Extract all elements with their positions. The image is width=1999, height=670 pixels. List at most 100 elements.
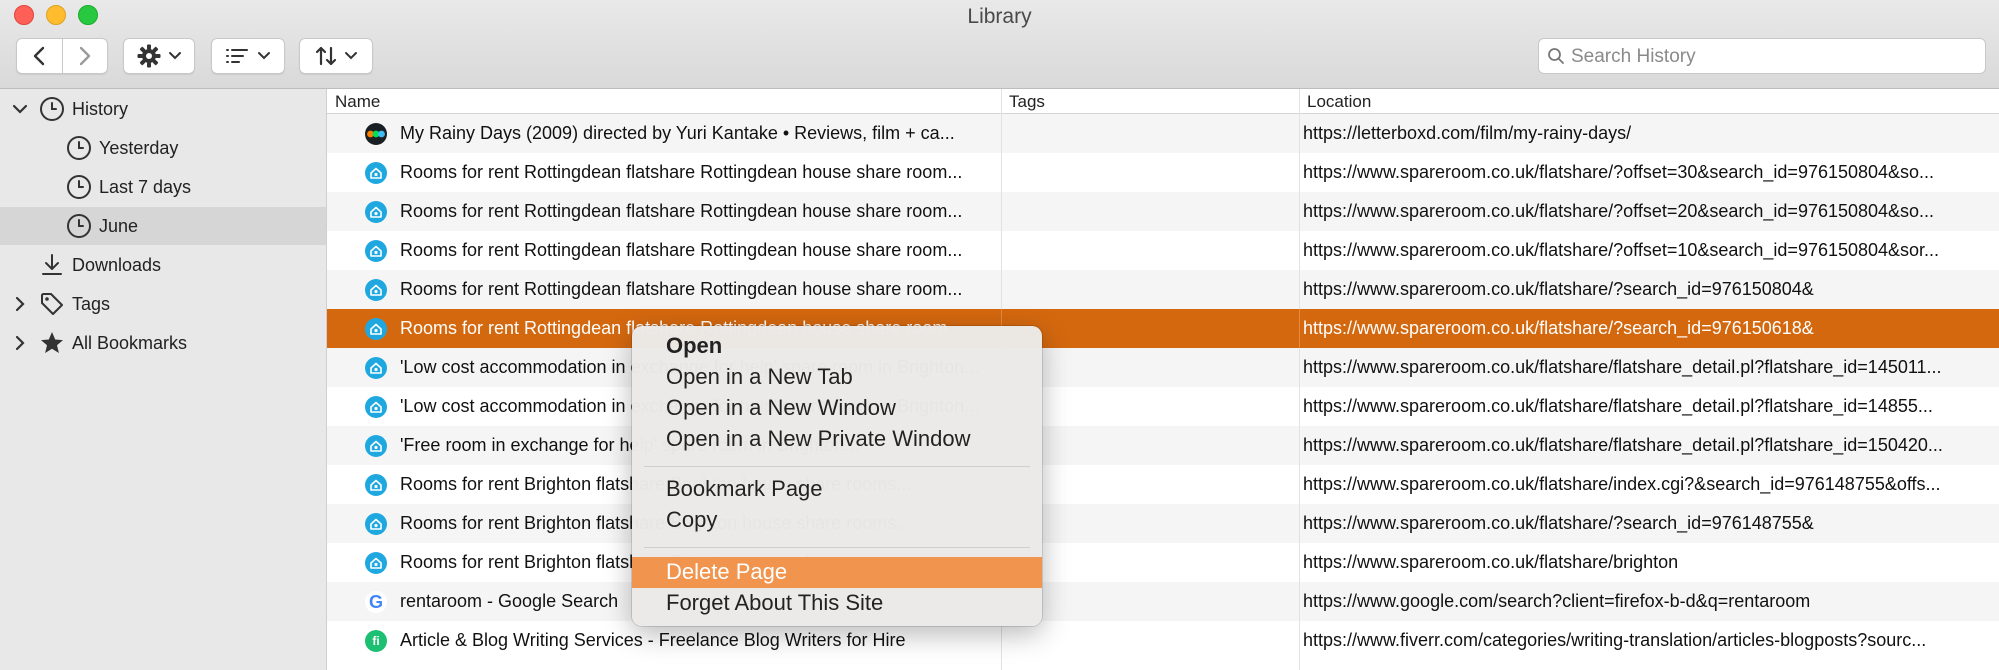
search-field[interactable] [1538,38,1986,74]
row-location: https://www.spareroom.co.uk/flatshare/?o… [1303,201,1935,221]
sidebar-item-yesterday[interactable]: Yesterday [0,129,326,167]
table-row[interactable]: 'Free room in exchange for help' spare r… [327,426,1999,465]
clock-icon [66,135,92,161]
table-row[interactable]: Rooms for rent Brighton flatshare Bright… [327,504,1999,543]
clock-icon [39,96,65,122]
window-title: Library [967,5,1032,28]
menu-item-label: Delete Page [666,559,788,584]
row-location: https://www.google.com/search?client=fir… [1303,591,1811,611]
menu-separator [644,547,1030,548]
clock-icon [66,213,92,239]
spareroom-icon [365,240,387,262]
table-row[interactable]: Rooms for rent Rottingdean flatshare Rot… [327,192,1999,231]
search-input[interactable] [1569,42,1973,72]
row-location: https://www.fiverr.com/categories/writin… [1303,630,1927,650]
row-location: https://www.spareroom.co.uk/flatshare/?s… [1303,279,1814,299]
star-icon [39,330,65,356]
google-icon: G [365,591,387,613]
row-name: Rooms for rent Rottingdean flatshare Rot… [400,162,963,182]
row-location: https://www.spareroom.co.uk/flatshare/?s… [1303,513,1814,533]
row-location: https://www.spareroom.co.uk/flatshare/fl… [1303,435,1943,455]
sort-arrows-icon [315,46,337,66]
table-row[interactable]: Rooms for rent Brighton flatshare Bright… [327,465,1999,504]
menu-item-forget-site[interactable]: Forget About This Site [632,588,1042,619]
menu-item-copy[interactable]: Copy [632,505,1042,536]
sidebar-item-label: Downloads [72,254,162,275]
back-forward-group [16,38,108,74]
forward-button[interactable] [63,39,108,73]
chevron-right-icon [79,46,90,66]
back-button[interactable] [17,39,62,73]
menu-item-label: Open in a New Window [666,395,896,420]
menu-item-label: Open in a New Tab [666,364,853,389]
row-name: Rooms for rent Rottingdean flatshare Rot… [400,201,963,221]
row-name: My Rainy Days (2009) directed by Yuri Ka… [400,123,955,143]
table-row[interactable]: Rooms for rent Brighton flatshare Bright… [327,543,1999,582]
spareroom-icon [365,435,387,457]
table-row[interactable]: Rooms for rent Rottingdean flatshare Rot… [327,231,1999,270]
sidebar-item-june[interactable]: June [0,207,326,245]
sidebar-item-label: Last 7 days [99,176,192,197]
table-row[interactable]: Rooms for rent Rottingdean flatshare Rot… [327,270,1999,309]
row-name: Rooms for rent Rottingdean flatshare Rot… [400,279,963,299]
sidebar-item-tags[interactable]: Tags [0,285,326,323]
row-location: https://www.spareroom.co.uk/flatshare/?o… [1303,162,1935,182]
context-menu: Open Open in a New Tab Open in a New Win… [632,326,1042,626]
table-row[interactable]: 'Low cost accommodation in exchange for … [327,348,1999,387]
table-row[interactable]: fi Article & Blog Writing Services - Free… [327,621,1999,660]
menu-item-label: Forget About This Site [666,590,884,615]
fiverr-icon: fi [365,630,387,652]
column-header-name[interactable]: Name [335,92,380,112]
table-row[interactable]: 'Low cost accommodation in exchange for … [327,387,1999,426]
tag-icon [39,291,65,317]
menu-item-delete-page[interactable]: Delete Page [632,557,1042,588]
menu-item-bookmark-page[interactable]: Bookmark Page [632,474,1042,505]
table-row[interactable]: Rooms for rent Rottingdean flatshare Rot… [327,309,1999,348]
table-row[interactable]: My Rainy Days (2009) directed by Yuri Ka… [327,114,1999,153]
sidebar-item-downloads[interactable]: Downloads [0,246,326,284]
menu-item-open-new-window[interactable]: Open in a New Window [632,393,1042,424]
window-toolbar: Library [0,0,1999,89]
row-location: https://www.spareroom.co.uk/flatshare/?s… [1303,318,1814,338]
chevron-down-icon [345,52,357,60]
table-row[interactable]: Rooms for rent Rottingdean flatshare Rot… [327,153,1999,192]
chevron-right-icon[interactable] [12,296,28,312]
table-header: Name Tags Location [327,89,1999,114]
spareroom-icon [365,474,387,496]
menu-item-open[interactable]: Open [632,331,1042,362]
menu-item-label: Copy [666,507,718,532]
sidebar: History Yesterday Last 7 days June Downl… [0,89,327,670]
menu-item-open-new-tab[interactable]: Open in a New Tab [632,362,1042,393]
list-icon [226,49,248,63]
menu-separator [644,466,1030,467]
organize-button[interactable] [123,38,195,74]
spareroom-icon [365,162,387,184]
chevron-right-icon[interactable] [12,335,28,351]
sidebar-item-history[interactable]: History [0,90,326,128]
menu-item-open-private-window[interactable]: Open in a New Private Window [632,424,1042,455]
sidebar-item-last-7-days[interactable]: Last 7 days [0,168,326,206]
sidebar-item-label: Tags [72,293,111,314]
menu-item-label: Open in a New Private Window [666,426,971,451]
clock-icon [66,174,92,200]
gear-icon [137,44,161,68]
chevron-down-icon[interactable] [12,101,28,117]
svg-text:G: G [369,592,383,612]
menu-item-label: Open [666,333,723,358]
download-icon [39,252,65,278]
views-button[interactable] [211,38,285,74]
search-icon [1548,48,1564,64]
spareroom-icon [365,552,387,574]
import-backup-button[interactable] [299,38,373,74]
table-row[interactable]: Grentaroom - Google Search https://www.go… [327,582,1999,621]
spareroom-icon [365,396,387,418]
row-location: https://letterboxd.com/film/my-rainy-day… [1303,123,1632,143]
sidebar-item-label: June [99,215,139,236]
menu-item-label: Bookmark Page [666,476,823,501]
chevron-down-icon [258,52,270,60]
row-location: https://www.spareroom.co.uk/flatshare/in… [1303,474,1941,494]
column-header-location[interactable]: Location [1307,92,1371,112]
column-header-tags[interactable]: Tags [1009,92,1045,112]
sidebar-item-label: Yesterday [99,137,179,158]
sidebar-item-all-bookmarks[interactable]: All Bookmarks [0,324,326,362]
